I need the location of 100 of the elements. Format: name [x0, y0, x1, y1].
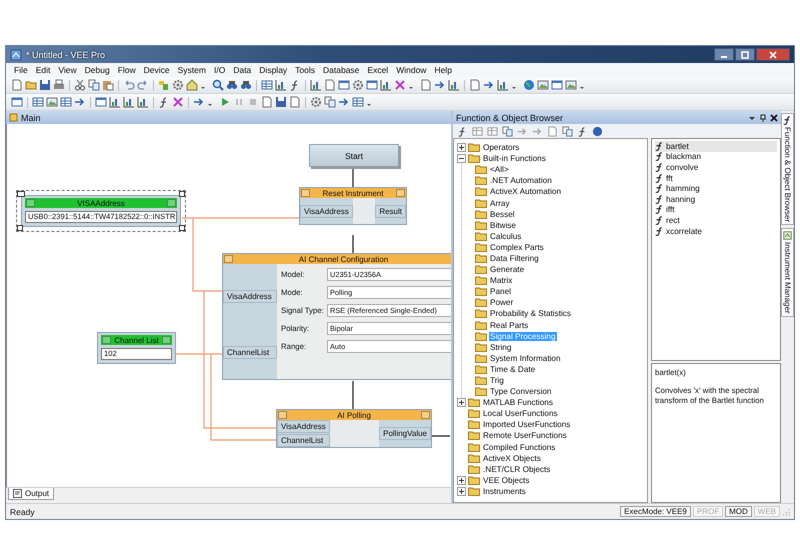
table-icon[interactable]	[60, 96, 72, 108]
function-item[interactable]: blackman	[655, 152, 777, 162]
side-tab[interactable]: Instrument Manager	[781, 228, 794, 317]
undo-icon[interactable]	[123, 79, 135, 91]
node-menu-icon[interactable]	[396, 189, 405, 197]
menu-item[interactable]: Help	[430, 65, 456, 75]
output-port[interactable]: PollingValue	[379, 427, 431, 440]
function-item[interactable]: hanning	[655, 194, 777, 205]
globe-icon[interactable]	[592, 126, 603, 136]
input-port[interactable]: ChannelList	[223, 346, 277, 359]
picture-icon[interactable]	[565, 79, 577, 91]
output-port[interactable]: Result	[375, 204, 406, 218]
function-node[interactable]: Reset Instrument VisaAddress Result	[299, 187, 407, 225]
arrow-icon[interactable]	[338, 96, 350, 108]
arrow-icon[interactable]	[434, 79, 446, 91]
table-icon[interactable]	[487, 126, 498, 136]
menu-item[interactable]: Excel	[363, 65, 392, 75]
tree-item[interactable]: .NET/CLR Objects	[482, 464, 552, 474]
menu-item[interactable]: Flow	[114, 65, 140, 75]
table-icon[interactable]	[352, 96, 364, 108]
input-port[interactable]: VisaAddress	[223, 290, 277, 303]
zoom-icon[interactable]	[212, 79, 224, 91]
picture-icon[interactable]	[46, 96, 58, 108]
window-icon[interactable]	[366, 79, 378, 91]
cross-icon[interactable]	[172, 96, 184, 108]
table-icon[interactable]	[261, 79, 273, 91]
menu-item[interactable]: System	[174, 65, 210, 75]
maximize-button[interactable]	[735, 48, 755, 61]
tree-item[interactable]: Calculus	[489, 232, 522, 241]
play-icon[interactable]	[219, 96, 231, 108]
tree-item[interactable]: Bitwise	[489, 220, 517, 230]
tree-item[interactable]: MATLAB Functions	[482, 398, 554, 408]
menu-item[interactable]: Database	[319, 65, 364, 75]
document-icon[interactable]	[324, 79, 336, 91]
tree-item[interactable]: Operators	[482, 143, 520, 152]
tree-item[interactable]: Complex Parts	[489, 242, 545, 252]
window-icon[interactable]	[338, 79, 350, 91]
tree-item[interactable]: Panel	[489, 287, 512, 296]
tree-item[interactable]: Built-in Functions	[482, 154, 547, 164]
binoculars-icon[interactable]	[240, 79, 252, 91]
output-tab[interactable]: Output	[8, 488, 54, 500]
function-item[interactable]: convolve	[655, 162, 777, 173]
menu-item[interactable]: Window	[392, 65, 430, 75]
expand-icon[interactable]	[457, 143, 466, 152]
node-menu-icon[interactable]	[162, 336, 171, 344]
input-port[interactable]: VisaAddress	[277, 420, 330, 433]
window-icon[interactable]	[95, 96, 107, 108]
tree-item[interactable]: ActiveX Objects	[482, 454, 542, 463]
menu-item[interactable]: Display	[255, 65, 292, 75]
tree-item[interactable]: ActiveX Automation	[489, 187, 562, 196]
menu-item[interactable]: I/O	[210, 65, 230, 75]
tree-item[interactable]: Bessel	[489, 210, 516, 219]
tree-item[interactable]: Real Parts	[489, 320, 530, 330]
chart-icon[interactable]	[497, 79, 509, 91]
minimize-icon[interactable]	[278, 411, 287, 419]
expand-icon[interactable]	[457, 398, 466, 408]
start-button[interactable]: Start	[309, 144, 399, 167]
resize-handle[interactable]	[179, 191, 185, 197]
function-node[interactable]: AI Polling VisaAddress ChannelList PollingValue	[276, 409, 432, 448]
chart-icon[interactable]	[123, 96, 135, 108]
printer-icon[interactable]	[53, 79, 65, 91]
resize-handle[interactable]	[17, 191, 25, 197]
minimize-icon[interactable]	[224, 255, 233, 263]
function-item[interactable]: xcorrelate	[655, 226, 777, 236]
arrow-icon[interactable]	[193, 96, 205, 108]
window-icon[interactable]	[551, 79, 563, 91]
menu-item[interactable]: View	[54, 65, 81, 75]
picture-icon[interactable]	[537, 79, 549, 91]
tree-item[interactable]: Type Conversion	[489, 387, 552, 396]
collapse-icon[interactable]	[457, 154, 466, 164]
gear-icon[interactable]	[172, 79, 184, 91]
menu-item[interactable]: File	[10, 65, 32, 75]
tree-item[interactable]: VEE Objects	[482, 476, 530, 485]
cross-icon[interactable]	[394, 79, 406, 91]
gear-icon[interactable]	[352, 79, 364, 91]
menu-item[interactable]: Edit	[32, 65, 54, 75]
node-menu-icon[interactable]	[421, 411, 430, 419]
cut-icon[interactable]	[74, 79, 86, 91]
tree-item[interactable]: Trig	[489, 376, 505, 386]
menu-item[interactable]: Tools	[291, 65, 320, 75]
arrow-icon[interactable]	[74, 96, 86, 108]
globe-icon[interactable]	[523, 79, 535, 91]
chart-icon[interactable]	[448, 79, 460, 91]
tree-item[interactable]: Probability & Statistics	[489, 309, 572, 318]
function-item[interactable]: rect	[655, 215, 777, 226]
save-icon[interactable]	[275, 96, 287, 108]
tree-item[interactable]: Imported UserFunctions	[482, 420, 572, 430]
folder-icon[interactable]	[25, 79, 37, 91]
tree-item[interactable]: Generate	[489, 265, 526, 274]
tree-item[interactable]: Array	[489, 198, 511, 208]
node-menu-icon[interactable]	[167, 199, 176, 207]
tree-item[interactable]: Matrix	[489, 276, 514, 286]
home-icon[interactable]	[186, 79, 198, 91]
tree-item[interactable]: .NET Automation	[489, 176, 553, 186]
pin-icon[interactable]	[759, 114, 767, 122]
resize-handle[interactable]	[179, 225, 185, 231]
window-icon[interactable]	[11, 96, 23, 108]
save-icon[interactable]	[39, 79, 51, 91]
paste-icon[interactable]	[102, 79, 114, 91]
document-icon[interactable]	[261, 96, 273, 108]
